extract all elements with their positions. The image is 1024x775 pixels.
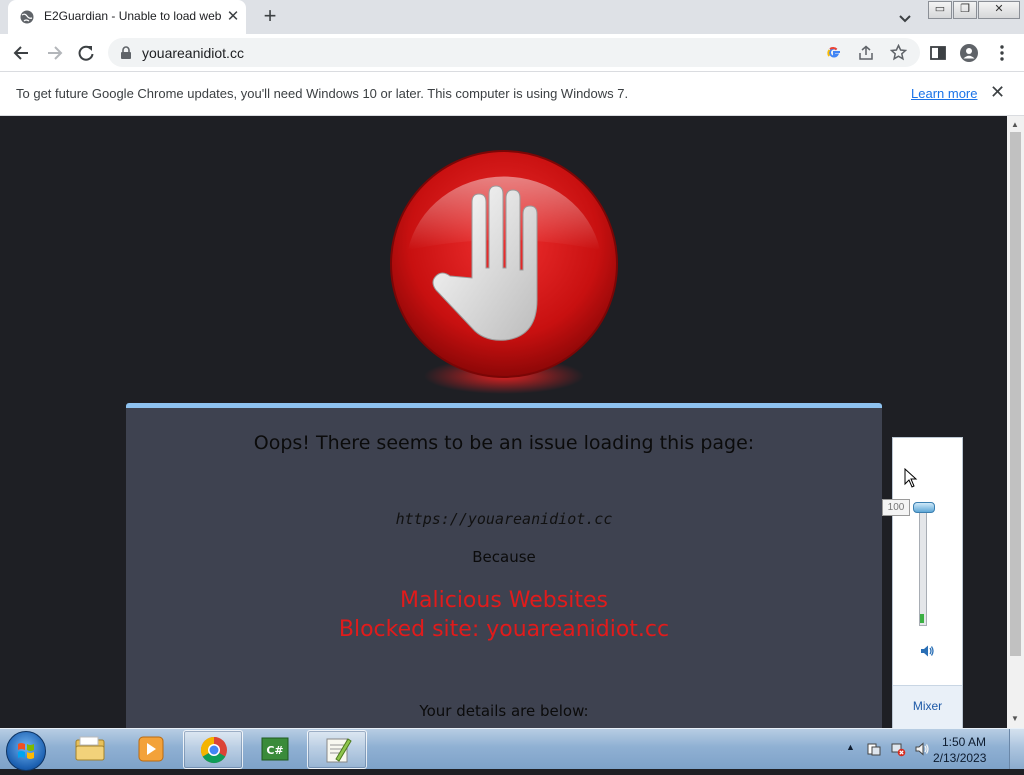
side-panel-icon[interactable] [928, 43, 948, 63]
back-arrow-icon[interactable] [12, 43, 32, 63]
bookmark-star-icon[interactable] [890, 44, 907, 61]
svg-text:C#: C# [266, 744, 283, 757]
reason-blocked-site: Blocked site: youareanidiot.cc [338, 617, 670, 642]
windows-taskbar: C# ▲ 1:50 AM 2/13/2023 [0, 728, 1024, 771]
volume-flyout: Mixer [892, 437, 963, 729]
update-infobar: To get future Google Chrome updates, you… [0, 72, 1024, 116]
mouse-cursor-icon [904, 468, 918, 488]
details-label: Your details are below: [419, 702, 589, 720]
mixer-link[interactable]: Mixer [893, 699, 962, 713]
infobar-close-icon[interactable]: ✕ [990, 82, 1005, 103]
show-hidden-icons-arrow-icon[interactable]: ▲ [846, 742, 855, 752]
close-window-button[interactable]: ✕ [978, 1, 1020, 19]
scrollbar-thumb[interactable] [1010, 132, 1021, 656]
tab-title: E2Guardian - Unable to load web page [44, 9, 222, 23]
scroll-down-arrow-icon[interactable]: ▼ [1011, 714, 1019, 723]
volume-tray-icon[interactable] [914, 741, 930, 757]
system-tray: ▲ [838, 729, 1024, 769]
browser-toolbar: youareanidiot.cc [0, 34, 1024, 72]
maximize-button[interactable]: ❐ [953, 1, 977, 19]
because-label: Because [472, 548, 536, 566]
google-lens-icon[interactable] [826, 45, 842, 61]
clock-time[interactable]: 1:50 AM [942, 735, 986, 749]
error-heading: Oops! There seems to be an issue loading… [253, 432, 755, 454]
url-text[interactable]: youareanidiot.cc [142, 45, 244, 61]
tab-close-icon[interactable]: ✕ [224, 8, 242, 26]
reason-category: Malicious Websites [400, 588, 608, 613]
windows-logo-icon [18, 743, 34, 759]
notepad-plus-plus-icon [326, 738, 352, 763]
infobar-message: To get future Google Chrome updates, you… [16, 86, 629, 101]
share-icon[interactable] [858, 45, 874, 61]
action-center-flag-icon[interactable] [866, 741, 882, 757]
csharp-file-icon: C# [261, 737, 289, 761]
blocked-page: Oops! There seems to be an issue loading… [0, 116, 1007, 728]
taskbar-csharp-editor[interactable]: C# [245, 730, 303, 767]
learn-more-link[interactable]: Learn more [911, 86, 977, 101]
tab-search-chevron-icon[interactable] [896, 9, 914, 27]
stop-hand-icon [390, 150, 618, 394]
reload-icon[interactable] [76, 43, 96, 63]
network-disconnected-icon[interactable] [890, 741, 906, 757]
new-tab-button[interactable]: + [258, 5, 282, 29]
blocked-url: https://youareanidiot.cc [395, 510, 613, 528]
more-menu-icon[interactable] [992, 43, 1012, 63]
start-button[interactable] [6, 731, 46, 771]
lock-icon[interactable] [120, 46, 132, 60]
tab-strip: E2Guardian - Unable to load web page ✕ +… [0, 0, 1024, 34]
volume-footer: Mixer [893, 685, 962, 728]
speaker-mute-toggle-icon[interactable] [919, 643, 935, 659]
minimize-button[interactable]: ▭ [928, 1, 952, 19]
volume-level-fill [920, 614, 924, 623]
clock-date[interactable]: 2/13/2023 [933, 751, 986, 765]
profile-avatar-icon[interactable] [959, 43, 979, 63]
volume-slider-thumb[interactable] [913, 502, 935, 513]
media-player-icon [138, 736, 164, 762]
taskbar-explorer[interactable] [60, 730, 118, 767]
scroll-up-arrow-icon[interactable]: ▲ [1011, 120, 1019, 129]
forward-arrow-icon[interactable] [44, 43, 64, 63]
page-scrollbar[interactable]: ▲ ▼ [1007, 116, 1024, 728]
globe-icon [20, 10, 34, 24]
taskbar-media-player[interactable] [121, 730, 179, 767]
taskbar-notepad[interactable] [307, 730, 367, 769]
show-desktop-button[interactable] [1009, 729, 1024, 769]
taskbar-chrome[interactable] [183, 730, 243, 769]
volume-level-tooltip: 100 [882, 499, 910, 516]
message-panel: Oops! There seems to be an issue loading… [126, 403, 882, 728]
block-reason: Malicious Websites Blocked site: youarea… [126, 586, 882, 644]
address-bar[interactable]: youareanidiot.cc [108, 38, 920, 67]
chrome-icon [200, 736, 227, 764]
browser-tab[interactable]: E2Guardian - Unable to load web page ✕ [8, 0, 246, 34]
volume-slider-track[interactable] [919, 506, 927, 626]
folder-icon [75, 736, 105, 761]
